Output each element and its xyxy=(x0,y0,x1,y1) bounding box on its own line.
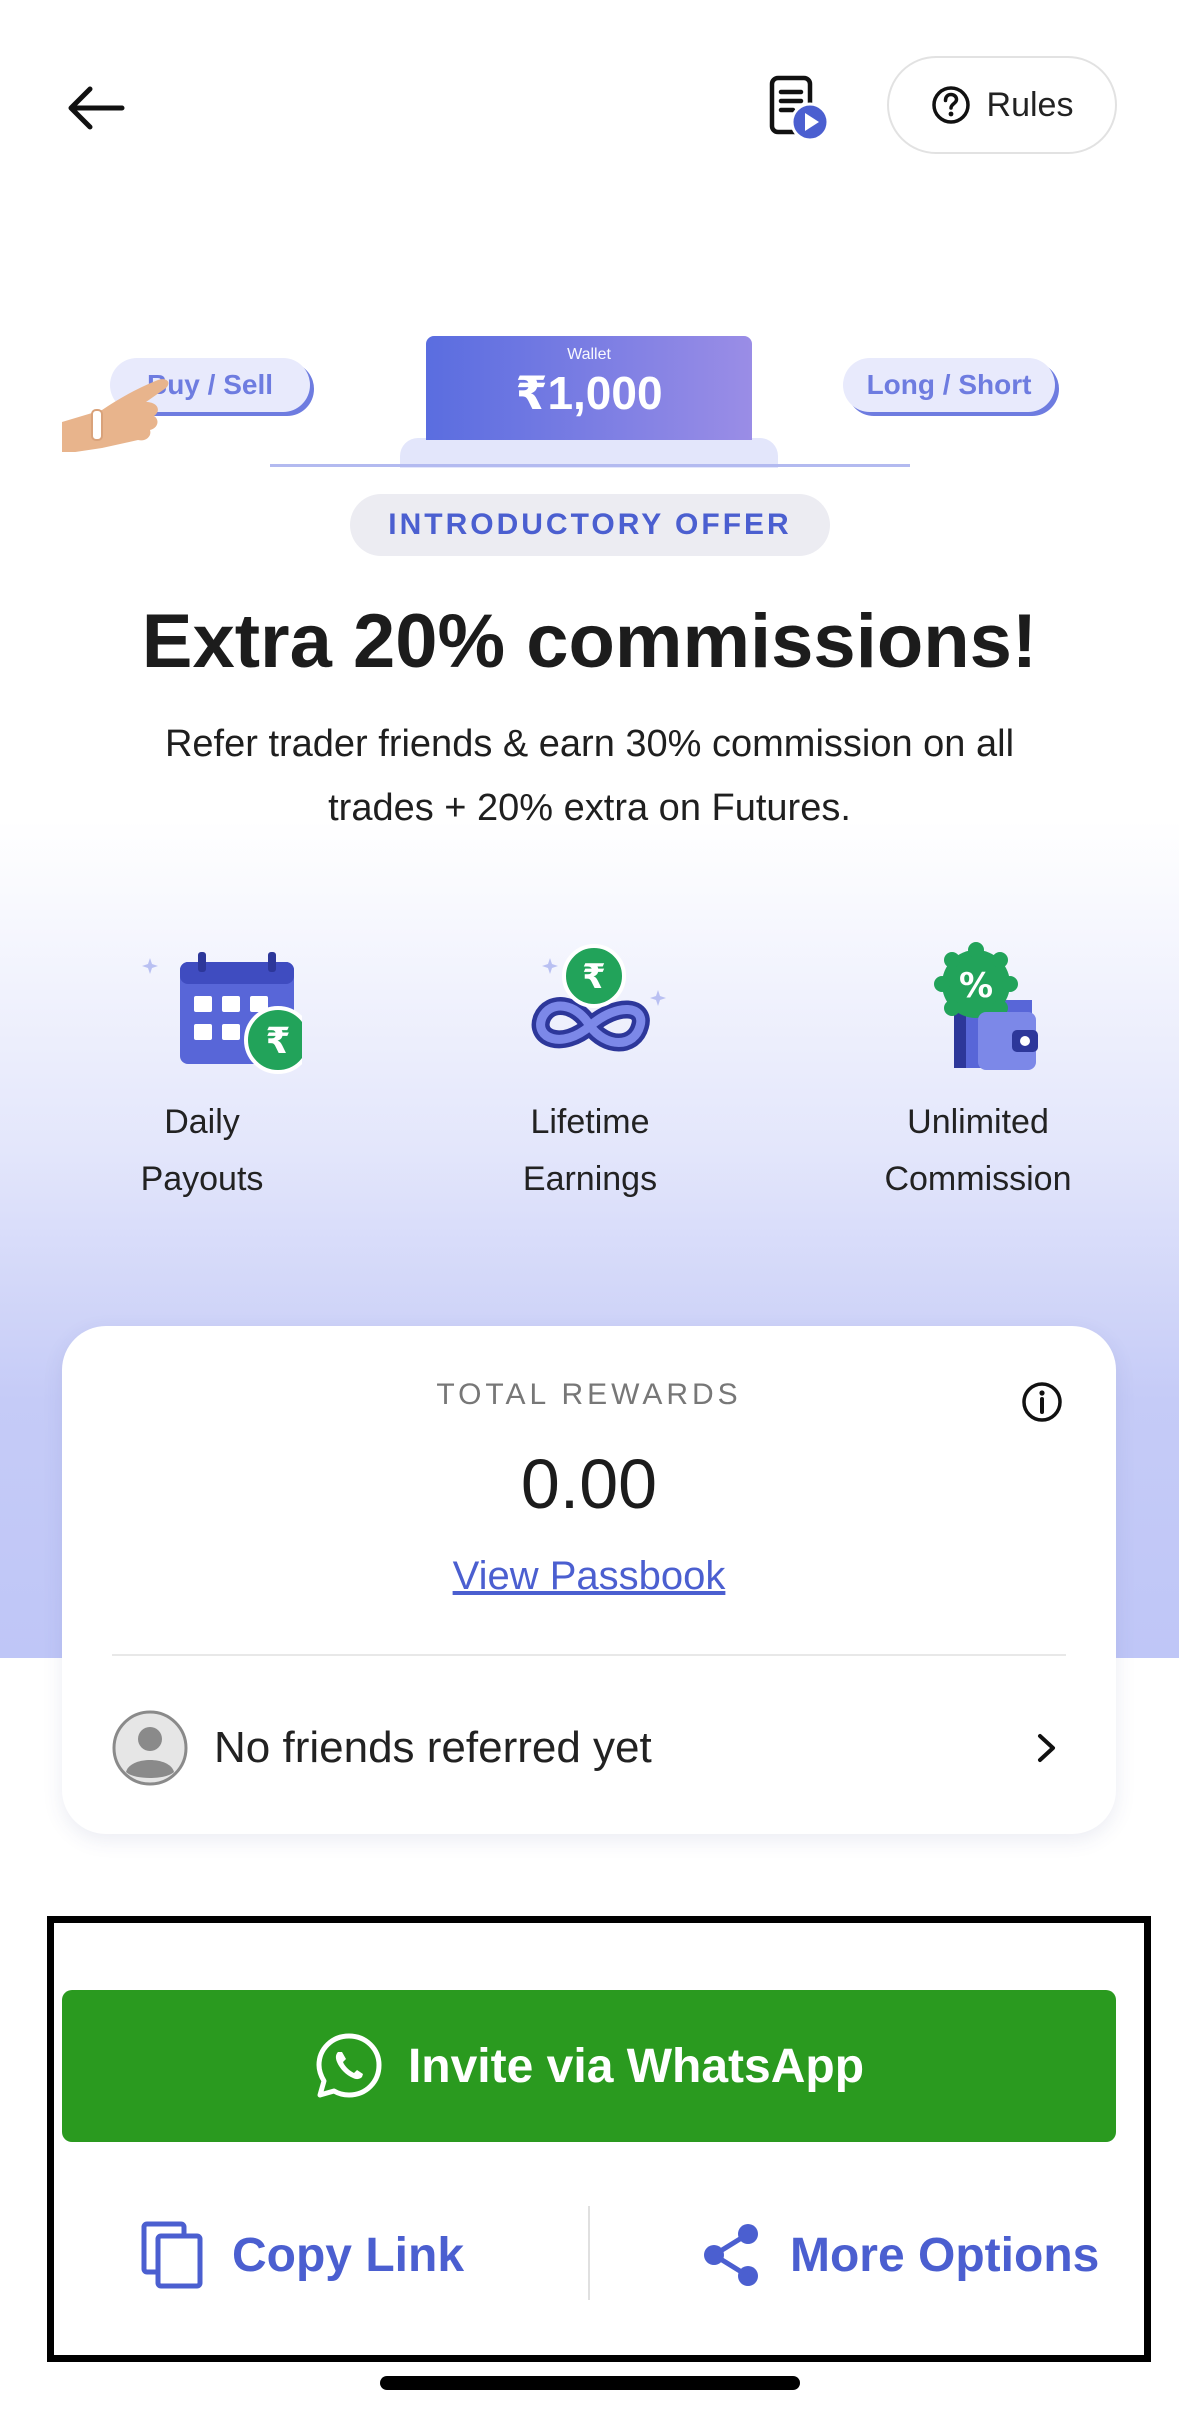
feature-label-daily: Daily xyxy=(164,1103,240,1141)
actions-divider xyxy=(588,2206,590,2300)
no-friends-text: No friends referred yet xyxy=(214,1723,652,1772)
feature-daily-payouts: ₹ Daily Payouts xyxy=(52,940,352,1208)
banner-baseline xyxy=(270,464,910,467)
invite-via-whatsapp-button[interactable]: Invite via WhatsApp xyxy=(62,1990,1116,2142)
feature-unlimited-commission: % Unlimited Commission xyxy=(828,940,1128,1208)
info-icon[interactable] xyxy=(1020,1380,1064,1424)
wallet-percent-icon: % xyxy=(934,942,1038,1070)
help-circle-icon xyxy=(931,86,970,124)
infinity-rupee-icon: ₹ xyxy=(531,944,666,1052)
rules-label: Rules xyxy=(986,85,1074,124)
offer-description: Refer trader friends & earn 30% commissi… xyxy=(164,723,1015,829)
more-options-label: More Options xyxy=(790,2228,1100,2282)
card-divider xyxy=(112,1654,1066,1656)
whatsapp-icon xyxy=(316,2033,382,2098)
svg-text:%: % xyxy=(959,966,993,1006)
wallet-amount: ₹1,000 xyxy=(515,367,663,419)
offer-headline: Extra 20% commissions! xyxy=(141,599,1038,684)
feature-label-commission: Commission xyxy=(884,1160,1072,1198)
rewards-card: TOTAL REWARDS 0.00 View Passbook No frie… xyxy=(62,1326,1116,1834)
home-indicator[interactable] xyxy=(380,2376,800,2390)
view-passbook-link[interactable]: View Passbook xyxy=(62,1554,1116,1599)
pointing-hand-icon xyxy=(62,379,169,452)
wallet-label: Wallet xyxy=(567,346,611,363)
feature-label-payouts: Payouts xyxy=(140,1160,264,1198)
feature-label-unlimited: Unlimited xyxy=(907,1103,1049,1141)
referred-friends-row[interactable]: No friends referred yet xyxy=(112,1710,1066,1786)
more-options-button[interactable]: More Options xyxy=(700,2210,1100,2300)
svg-text:₹: ₹ xyxy=(265,1021,290,1062)
wallet-card: Wallet ₹1,000 xyxy=(426,336,752,440)
long-short-pill: Long / Short xyxy=(843,358,1055,412)
avatar-placeholder-icon xyxy=(112,1710,188,1786)
copy-link-button[interactable]: Copy Link xyxy=(140,2210,470,2300)
back-button[interactable] xyxy=(58,70,134,146)
top-bar: Rules xyxy=(0,0,1179,200)
feature-label-earnings: Earnings xyxy=(522,1160,658,1198)
total-rewards-title: TOTAL REWARDS xyxy=(436,1378,742,1411)
share-icon xyxy=(704,2224,758,2286)
copy-link-label: Copy Link xyxy=(232,2228,465,2282)
rules-button[interactable]: Rules xyxy=(887,56,1117,154)
chevron-right-icon xyxy=(1038,1734,1055,1762)
introductory-offer-badge: INTRODUCTORY OFFER xyxy=(350,494,830,556)
total-rewards-value: 0.00 xyxy=(520,1445,658,1523)
video-guide-icon xyxy=(769,75,830,142)
whatsapp-button-label: Invite via WhatsApp xyxy=(407,2039,865,2093)
calendar-rupee-icon: ₹ xyxy=(142,952,302,1074)
video-guide-button[interactable] xyxy=(760,70,840,150)
svg-text:₹: ₹ xyxy=(582,957,606,997)
arrow-left-icon xyxy=(68,86,125,130)
feature-lifetime-earnings: ₹ Lifetime Earnings xyxy=(440,940,740,1208)
promo-banner: Buy / Sell Long / Short Wallet ₹1,000 xyxy=(0,320,1179,480)
feature-label-lifetime: Lifetime xyxy=(530,1103,650,1141)
copy-icon xyxy=(141,2221,203,2289)
